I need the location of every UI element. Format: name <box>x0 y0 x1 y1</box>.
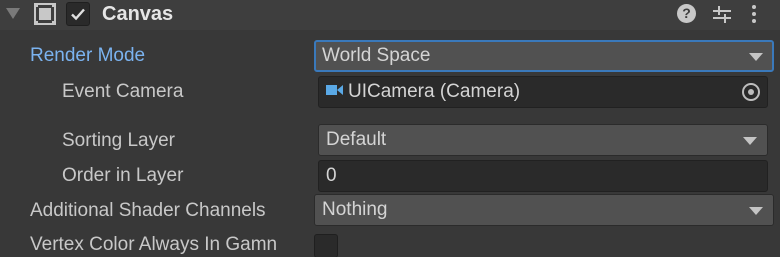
canvas-component-icon <box>34 3 56 25</box>
render-mode-value: World Space <box>322 45 431 66</box>
event-camera-value: UICamera (Camera) <box>348 81 521 102</box>
additional-shader-channels-value: Nothing <box>322 199 388 220</box>
sorting-layer-label: Sorting Layer <box>62 130 176 151</box>
sorting-layer-dropdown[interactable]: Default <box>318 124 768 156</box>
order-in-layer-label: Order in Layer <box>62 165 184 186</box>
render-mode-dropdown[interactable]: World Space <box>314 40 774 72</box>
render-mode-label: Render Mode <box>30 45 146 66</box>
additional-shader-channels-dropdown[interactable]: Nothing <box>314 194 774 226</box>
checkmark-icon <box>71 8 85 21</box>
object-picker-icon[interactable] <box>742 83 760 101</box>
component-enabled-checkbox[interactable] <box>66 2 90 26</box>
order-in-layer-input[interactable]: 0 <box>318 160 768 192</box>
chevron-down-icon <box>749 207 763 215</box>
foldout-arrow-icon[interactable] <box>6 8 20 19</box>
help-icon[interactable]: ? <box>677 4 696 23</box>
event-camera-object-field[interactable]: UICamera (Camera) <box>318 76 768 108</box>
vertex-color-gamma-checkbox[interactable] <box>314 234 338 257</box>
camera-icon <box>326 85 343 96</box>
vertex-color-gamma-label: Vertex Color Always In Gamn <box>30 234 278 255</box>
chevron-down-icon <box>749 53 763 61</box>
context-menu-icon[interactable] <box>750 4 758 29</box>
order-in-layer-value: 0 <box>326 165 337 186</box>
preset-sliders-icon[interactable] <box>712 4 732 29</box>
component-title: Canvas <box>102 3 174 25</box>
event-camera-label: Event Camera <box>62 81 184 102</box>
sorting-layer-value: Default <box>326 129 387 150</box>
chevron-down-icon <box>743 137 757 145</box>
additional-shader-channels-label: Additional Shader Channels <box>30 200 266 221</box>
